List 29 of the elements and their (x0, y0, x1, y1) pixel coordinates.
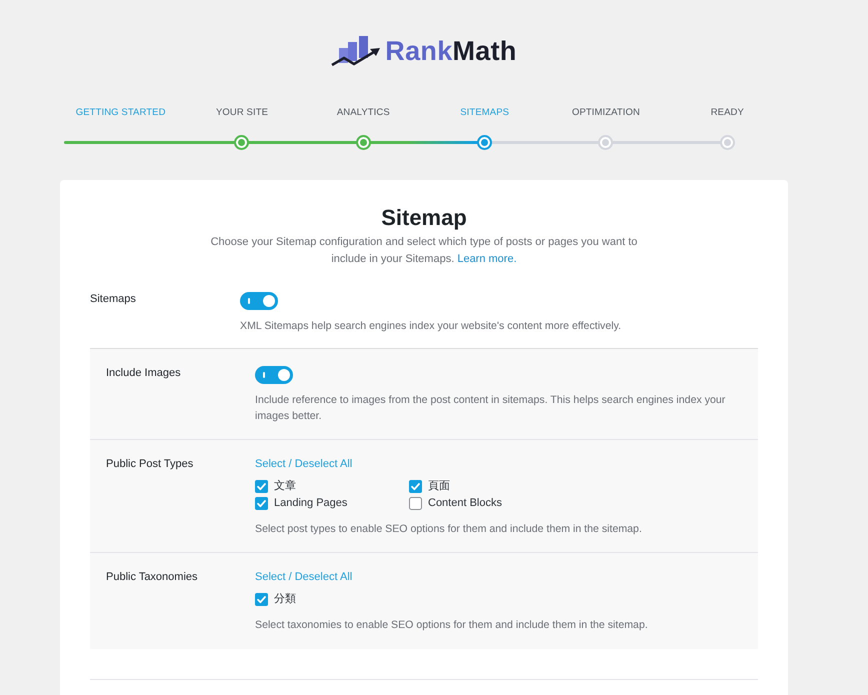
checkbox[interactable] (255, 496, 268, 510)
setting-label: Sitemaps (90, 292, 137, 307)
setting-label: Public Taxonomies (106, 570, 199, 585)
step-label[interactable]: OPTIMIZATION (572, 105, 640, 121)
setting-label: Public Post Types (106, 457, 194, 472)
toggle-switch[interactable] (240, 292, 278, 310)
checkbox[interactable] (409, 496, 422, 510)
intro-text: Choose your Sitemap configuration and select which type of posts or pages you want to include in your Sitemaps. Learn more. (210, 235, 638, 267)
setting-description: Select post types to enable SEO options for them and include them in the sitemap. (255, 522, 642, 537)
setting-description: XML Sitemaps help search engines index your website's content more effectively. (240, 319, 622, 334)
logo-text: RankMath (385, 35, 517, 67)
checkbox[interactable] (255, 592, 268, 606)
checkbox-label[interactable]: Landing Pages (274, 496, 348, 510)
step-label[interactable]: ANALYTICS (336, 105, 390, 121)
learn-more-link[interactable]: Learn more. (457, 253, 517, 265)
checkbox-label[interactable]: 文章 (274, 479, 296, 493)
checkbox[interactable] (409, 480, 422, 492)
checkbox[interactable] (255, 480, 268, 492)
step-label[interactable]: READY (710, 105, 744, 121)
checkbox-label[interactable]: Content Blocks (428, 496, 502, 510)
checkbox-label[interactable]: 頁面 (428, 479, 450, 493)
checkbox-label[interactable]: 分類 (274, 592, 296, 606)
setting-description: Select taxonomies to enable SEO options for them and include them in the sitemap. (255, 618, 648, 633)
logo-icon (331, 35, 382, 67)
step-label[interactable]: YOUR SITE (216, 105, 268, 121)
setting-label: Include Images (106, 366, 182, 381)
toggle-switch[interactable] (255, 366, 293, 384)
page-title: Sitemap (380, 205, 468, 231)
setting-description: Include reference to images from the post content in sitemaps. This helps search engines index your images better. (255, 393, 726, 424)
